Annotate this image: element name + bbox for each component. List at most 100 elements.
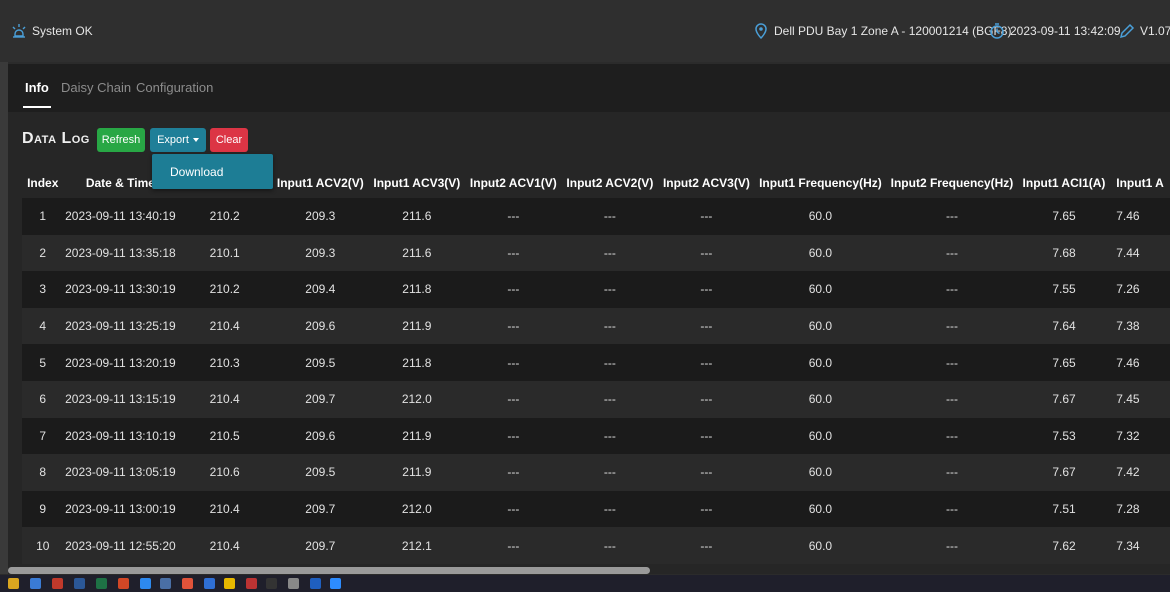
table-row: 8 2023-09-11 13:05:19 210.6 209.5 211.9 --- --…: [22, 454, 1170, 491]
zoom-icon[interactable]: [330, 578, 341, 589]
cell-input2-frequency: ---: [945, 355, 958, 370]
table-row: 5 2023-09-11 13:20:19 210.3 209.5 211.8 --- --…: [22, 344, 1170, 381]
cell-input2-acv2: ---: [603, 392, 616, 407]
cell-input2-acv1: ---: [507, 209, 520, 224]
cell-input2-frequency: ---: [945, 392, 958, 407]
system-datetime: 2023-09-11 13:42:09: [988, 22, 1121, 40]
cell-input1-acv3: 211.9: [402, 465, 432, 480]
teams-icon[interactable]: [140, 578, 151, 589]
rsa-icon[interactable]: [52, 578, 63, 589]
cell-input1-frequency: 60.0: [808, 319, 833, 334]
edge-icon[interactable]: [204, 578, 215, 589]
cell-input1-acv2: 209.5: [305, 465, 336, 480]
cell-input2-acv3: ---: [700, 245, 713, 260]
tab-configuration[interactable]: Configuration: [136, 80, 213, 95]
cell-input1-aci1: 7.55: [1052, 282, 1076, 297]
cell-date-time: 2023-09-11 13:15:19: [65, 392, 176, 407]
excel-icon[interactable]: [96, 578, 107, 589]
brave-browser-icon[interactable]: [182, 578, 193, 589]
cell-input2-acv3: ---: [700, 502, 713, 517]
cell-input2-acv3: ---: [700, 209, 713, 224]
horizontal-scrollbar[interactable]: [8, 567, 650, 574]
outlook-icon[interactable]: [30, 578, 41, 589]
cell-input2-frequency: ---: [945, 209, 958, 224]
version-text: V1.07BC: [1140, 24, 1170, 38]
word-icon[interactable]: [74, 578, 85, 589]
col-input1-acv3: Input1 ACV3(V): [373, 176, 461, 190]
cell-input1-aci1: 7.53: [1052, 428, 1076, 443]
cell-input1-acv1: 210.1: [209, 245, 240, 260]
tab-daisy-chain[interactable]: Daisy Chain: [61, 80, 131, 95]
cell-input1-acv1: 210.3: [209, 355, 240, 370]
refresh-button[interactable]: Refresh: [97, 128, 145, 152]
chevron-down-icon: [192, 138, 199, 142]
clock-icon: [990, 23, 1004, 39]
cell-input1-acv2: 209.6: [305, 319, 336, 334]
cell-input1-aci2: 7.46: [1116, 355, 1140, 370]
app-icon[interactable]: [160, 578, 171, 589]
export-dropdown-menu: Download: [152, 154, 273, 189]
cell-input2-acv2: ---: [603, 319, 616, 334]
col-input2-frequency: Input2 Frequency(Hz): [890, 176, 1014, 190]
terminal-icon[interactable]: [266, 578, 277, 589]
cell-input1-aci2: 7.45: [1116, 392, 1140, 407]
table-row: 9 2023-09-11 13:00:19 210.4 209.7 212.0 --- --…: [22, 490, 1170, 528]
cell-input1-frequency: 60.0: [808, 392, 833, 407]
cell-date-time: 2023-09-11 12:55:20: [65, 538, 176, 553]
cell-index: 3: [39, 282, 47, 297]
file-explorer-icon[interactable]: [8, 578, 19, 589]
col-input2-acv2: Input2 ACV2(V): [566, 176, 654, 190]
cell-input2-acv1: ---: [507, 538, 520, 553]
table-row: 2 2023-09-11 13:35:18 210.1 209.3 211.6 --- --…: [22, 234, 1170, 272]
cell-input1-acv3: 212.0: [401, 392, 432, 407]
clear-button[interactable]: Clear: [210, 128, 248, 152]
datetime-text: 2023-09-11 13:42:09: [1010, 24, 1121, 38]
cell-input1-acv1: 210.4: [209, 392, 240, 407]
cell-input1-frequency: 60.0: [808, 538, 833, 553]
cell-input2-acv1: ---: [507, 465, 520, 480]
tab-info[interactable]: Info: [23, 80, 51, 108]
download-menu-item[interactable]: Download: [170, 165, 223, 179]
cell-input2-frequency: ---: [945, 428, 958, 443]
cell-input1-acv3: 211.6: [402, 245, 432, 260]
cell-input2-acv3: ---: [700, 465, 713, 480]
cell-input1-aci2: 7.32: [1116, 428, 1140, 443]
data-log-table: Index Date & Time Input1 ACV2(V) Input1 …: [22, 168, 1170, 564]
cell-input2-acv2: ---: [603, 245, 616, 260]
cell-input2-acv1: ---: [507, 282, 520, 297]
cell-index: 7: [39, 428, 47, 443]
cell-input1-acv1: 210.2: [209, 282, 240, 297]
export-button[interactable]: Export: [150, 128, 206, 152]
cell-index: 5: [39, 355, 47, 370]
cell-date-time: 2023-09-11 13:25:19: [65, 319, 176, 334]
cell-input1-aci2: 7.38: [1116, 319, 1140, 334]
cell-input2-frequency: ---: [945, 319, 958, 334]
chrome-active-icon[interactable]: [288, 578, 299, 589]
cell-input1-acv3: 211.8: [402, 355, 432, 370]
app-icon-2[interactable]: [246, 578, 257, 589]
cell-input1-aci1: 7.67: [1052, 392, 1076, 407]
cell-input1-acv2: 209.7: [305, 392, 336, 407]
cell-input1-acv2: 209.6: [305, 428, 336, 443]
col-input1-aci1: Input1 ACI1(A): [1022, 176, 1106, 190]
location-pin-icon: [755, 23, 767, 40]
powerpoint-icon[interactable]: [118, 578, 129, 589]
app-icon-3[interactable]: [310, 578, 321, 589]
cell-date-time: 2023-09-11 13:05:19: [65, 465, 176, 480]
cell-input2-acv1: ---: [507, 392, 520, 407]
cell-input2-acv2: ---: [603, 502, 616, 517]
cell-input2-acv3: ---: [700, 392, 713, 407]
chrome-icon[interactable]: [224, 578, 235, 589]
table-row: 10 2023-09-11 12:55:20 210.4 209.7 212.1 --- -…: [22, 527, 1170, 564]
cell-input2-acv2: ---: [603, 355, 616, 370]
cell-input1-frequency: 60.0: [808, 502, 833, 517]
cell-input1-acv2: 209.3: [305, 209, 336, 224]
alarm-light-icon: [12, 24, 26, 38]
col-input1-aci2: Input1 A: [1116, 176, 1164, 190]
cell-input2-acv3: ---: [700, 282, 713, 297]
col-input2-acv3: Input2 ACV3(V): [662, 176, 750, 190]
cell-input1-aci2: 7.34: [1116, 538, 1140, 553]
left-scrollbar-track: [0, 62, 8, 574]
cell-input2-acv2: ---: [603, 428, 616, 443]
cell-input1-frequency: 60.0: [808, 428, 833, 443]
